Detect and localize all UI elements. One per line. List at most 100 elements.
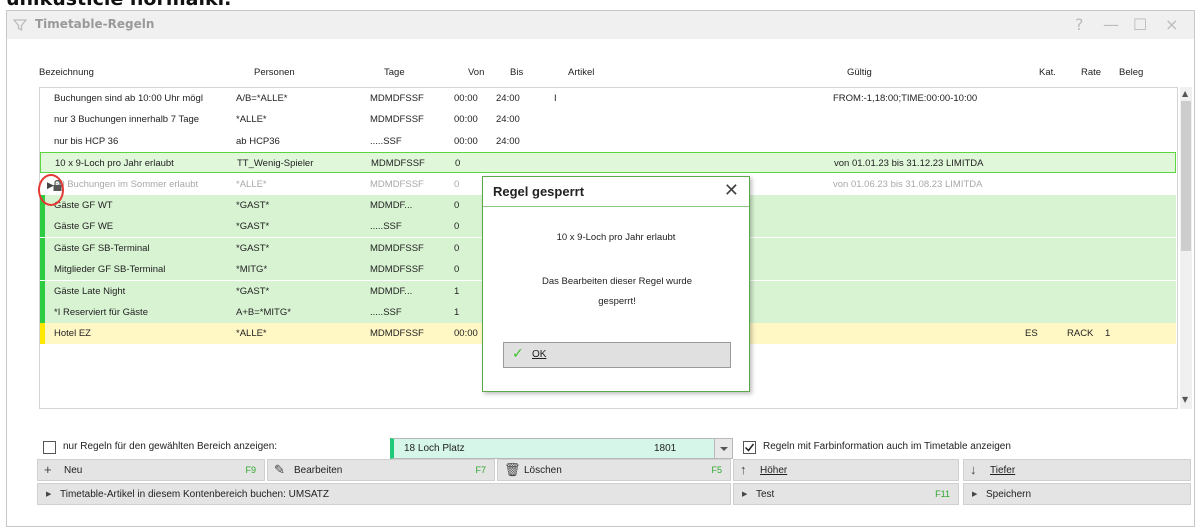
cell-persons: *GAST* bbox=[236, 242, 270, 254]
cell-from: 00:00 bbox=[454, 135, 478, 147]
cell-days: MDMDF... bbox=[370, 285, 413, 297]
cell-name: 10 x 9-Loch pro Jahr erlaubt bbox=[55, 158, 174, 170]
expand-triangle-icon: ▶ bbox=[46, 491, 52, 498]
cell-days: MDMDFSSF bbox=[370, 264, 424, 276]
help-icon[interactable]: ? bbox=[1075, 15, 1084, 34]
test-button[interactable]: ▶ Test F11 bbox=[733, 483, 959, 505]
pencil-icon: ✎ bbox=[274, 462, 285, 477]
book-articles-button[interactable]: ▶ Timetable-Artikel in diesem Kontenbere… bbox=[37, 483, 731, 505]
cell-persons: A+B=*MITG* bbox=[236, 307, 291, 318]
move-down-button[interactable]: ↓ Tiefer bbox=[963, 459, 1191, 481]
delete-button[interactable]: 🗑 Löschen F5 bbox=[497, 459, 731, 481]
cell-name: Gäste Late Night bbox=[54, 285, 126, 297]
lock-icon bbox=[53, 180, 62, 191]
edit-button-label: Bearbeiten bbox=[294, 465, 343, 476]
window-title: Timetable-Regeln bbox=[35, 17, 155, 31]
col-header-article[interactable]: Artikel bbox=[568, 67, 594, 78]
cell-persons: TT_Wenig-Spieler bbox=[237, 158, 314, 170]
move-up-label: Höher bbox=[760, 465, 787, 476]
cell-valid: von 01.06.23 bis 31.08.23 LIMITDA bbox=[833, 178, 983, 190]
table-row[interactable]: Buchungen sind ab 10:00 Uhr mögl A/B=*ALL… bbox=[40, 88, 1176, 109]
maximize-icon[interactable]: ☐ bbox=[1133, 15, 1147, 34]
trash-icon: 🗑 bbox=[504, 462, 521, 477]
cell-to: 24:00 bbox=[496, 114, 520, 126]
cell-persons: *ALLE* bbox=[236, 328, 267, 340]
col-header-name[interactable]: Bezeichnung bbox=[39, 67, 94, 78]
cell-days: MDMDFSSF bbox=[371, 158, 425, 170]
cell-kat: ES bbox=[1025, 328, 1038, 340]
expand-triangle-icon: ▶ bbox=[972, 491, 978, 498]
area-select-value: 18 Loch Platz bbox=[404, 443, 465, 454]
cell-to: 24:00 bbox=[496, 93, 520, 104]
scroll-thumb[interactable] bbox=[1181, 101, 1191, 251]
filter-icon bbox=[13, 19, 27, 32]
cell-name: 30 Buchungen im Sommer erlaubt bbox=[54, 178, 199, 190]
cell-from: 00:00 bbox=[454, 93, 478, 104]
cell-valid: FROM:-1,18:00;TIME:00:00-10:00 bbox=[833, 93, 978, 104]
new-button[interactable]: + Neu F9 bbox=[37, 459, 265, 481]
area-filter-checkbox[interactable] bbox=[43, 441, 56, 454]
close-icon[interactable]: × bbox=[1165, 15, 1178, 34]
dialog-message: Das Bearbeiten dieser Regel wurde gesper… bbox=[542, 276, 692, 307]
cell-days: MDMDFSSF bbox=[370, 242, 424, 254]
cell-valid: von 01.01.23 bis 31.12.23 LIMITDA bbox=[834, 158, 984, 170]
cell-persons: *MITG* bbox=[236, 264, 268, 276]
rule-locked-dialog: Regel gesperrt ✕ 10 x 9-Loch pro Jahr er… bbox=[482, 176, 750, 392]
cell-days: MDMDFSSF bbox=[370, 328, 424, 340]
cell-name: *I Reserviert für Gäste bbox=[54, 307, 148, 318]
cell-from: 00:00 bbox=[454, 114, 478, 126]
cell-persons: ab HCP36 bbox=[236, 135, 280, 147]
dialog-titlebar: Regel gesperrt ✕ bbox=[483, 177, 749, 207]
new-button-label: Neu bbox=[64, 465, 83, 476]
table-row[interactable]: nur 3 Buchungen innerhalb 7 Tage *ALLE* MD… bbox=[40, 109, 1176, 130]
table-row[interactable]: nur bis HCP 36 ab HCP36 .....SSF 00:00 24:00 bbox=[40, 131, 1176, 152]
scroll-down-icon[interactable]: ▼ bbox=[1182, 395, 1188, 404]
vertical-scrollbar[interactable]: ▲ ▼ bbox=[1180, 87, 1192, 409]
cell-name: nur bis HCP 36 bbox=[54, 135, 119, 147]
plus-icon: + bbox=[44, 462, 52, 477]
color-info-checkbox[interactable] bbox=[743, 441, 756, 454]
cell-days: .....SSF bbox=[370, 221, 402, 233]
cell-persons: *GAST* bbox=[236, 200, 270, 211]
test-shortcut: F11 bbox=[935, 489, 950, 499]
arrow-up-icon: ↑ bbox=[740, 462, 747, 477]
col-header-valid[interactable]: Gültig bbox=[847, 67, 872, 78]
move-up-button[interactable]: ↑ Höher bbox=[733, 459, 959, 481]
cell-days: MDMDFSSF bbox=[370, 114, 424, 126]
chevron-down-icon[interactable] bbox=[714, 439, 732, 458]
move-up-text: Höher bbox=[760, 465, 788, 476]
table-row[interactable]: 10 x 9-Loch pro Jahr erlaubt TT_Wenig-Spi… bbox=[40, 152, 1176, 174]
edit-button[interactable]: ✎ Bearbeiten F7 bbox=[267, 459, 495, 481]
cell-days: .....SSF bbox=[370, 135, 402, 147]
cell-days: MDMDF... bbox=[370, 200, 413, 211]
cell-name: Gäste GF WE bbox=[54, 221, 114, 233]
col-header-days[interactable]: Tage bbox=[384, 67, 405, 78]
ok-button[interactable]: ✓ OK bbox=[503, 342, 731, 368]
area-select[interactable]: 18 Loch Platz 1801 bbox=[390, 438, 733, 459]
col-header-beleg[interactable]: Beleg bbox=[1119, 67, 1143, 78]
col-header-persons[interactable]: Personen bbox=[254, 67, 295, 78]
dialog-title: Regel gesperrt bbox=[493, 184, 585, 199]
scroll-up-icon[interactable]: ▲ bbox=[1182, 89, 1188, 98]
cell-days: .....SSF bbox=[370, 307, 402, 318]
cell-from: 0 bbox=[455, 158, 461, 170]
cell-article: I bbox=[554, 93, 557, 104]
col-header-rate[interactable]: Rate bbox=[1081, 67, 1101, 78]
arrow-down-icon: ↓ bbox=[970, 462, 977, 477]
col-header-from[interactable]: Von bbox=[468, 67, 484, 78]
caption-text: unikusticie normalki. bbox=[6, 0, 231, 10]
cell-name: Buchungen sind ab 10:00 Uhr mögl bbox=[54, 93, 203, 104]
minimize-icon[interactable]: — bbox=[1103, 15, 1119, 34]
grid-header: Bezeichnung Personen Tage Von Bis Artike… bbox=[39, 61, 1191, 85]
dialog-close-icon[interactable]: ✕ bbox=[724, 180, 739, 201]
col-header-to[interactable]: Bis bbox=[510, 67, 523, 78]
checkmark-icon: ✓ bbox=[512, 346, 524, 362]
cell-name: nur 3 Buchungen innerhalb 7 Tage bbox=[54, 114, 200, 126]
save-button[interactable]: ▶ Speichern bbox=[963, 483, 1191, 505]
cell-rate: RACK bbox=[1067, 328, 1094, 340]
cell-to: 24:00 bbox=[496, 135, 520, 147]
delete-button-label: Löschen bbox=[524, 465, 562, 476]
col-header-kat[interactable]: Kat. bbox=[1039, 67, 1056, 78]
edit-shortcut: F7 bbox=[475, 465, 486, 475]
dialog-rule-name: 10 x 9-Loch pro Jahr erlaubt bbox=[556, 232, 676, 243]
